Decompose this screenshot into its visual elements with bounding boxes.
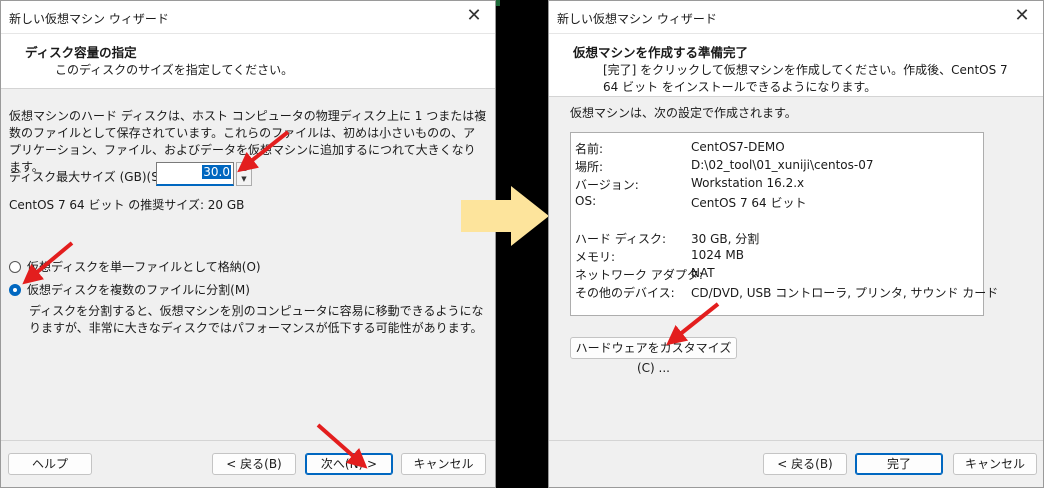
- red-pointer-arrow-icon: [666, 302, 720, 346]
- annotation-arrows: [22, 130, 720, 469]
- red-pointer-arrow-icon: [316, 423, 368, 469]
- red-pointer-arrow-icon: [22, 241, 74, 285]
- red-pointer-arrow-icon: [237, 130, 290, 173]
